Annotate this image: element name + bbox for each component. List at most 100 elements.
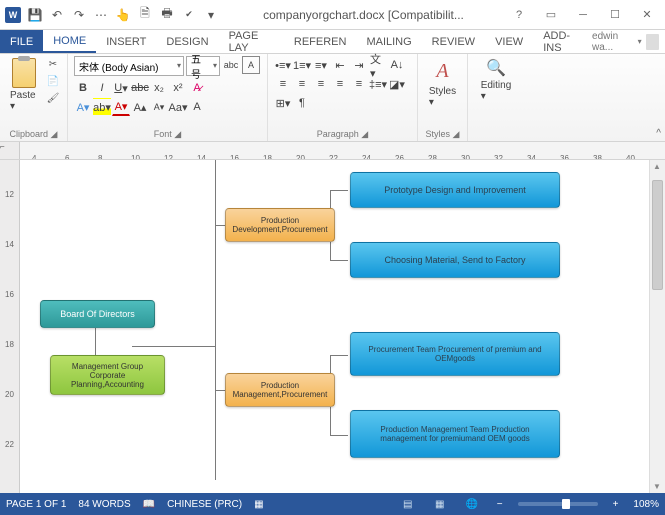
status-page[interactable]: PAGE 1 OF 1 — [6, 499, 66, 510]
tab-addins[interactable]: ADD-INS — [533, 30, 592, 53]
close-icon[interactable]: ✕ — [635, 3, 659, 27]
superscript-button[interactable]: x² — [169, 79, 187, 97]
qat-more-icon[interactable]: ⋯ — [92, 6, 110, 24]
redo-icon[interactable]: ↷ — [70, 6, 88, 24]
status-proofing-icon[interactable]: 📖 — [143, 499, 155, 510]
justify-icon[interactable]: ≡ — [331, 75, 349, 93]
save-icon[interactable]: 💾 — [26, 6, 44, 24]
status-words[interactable]: 84 WORDS — [78, 499, 130, 510]
distributed-icon[interactable]: ≡ — [350, 75, 368, 93]
highlight-icon[interactable]: ab▾ — [93, 98, 111, 116]
undo-icon[interactable]: ↶ — [48, 6, 66, 24]
tab-references[interactable]: REFEREN — [284, 30, 357, 53]
ruler-vertical[interactable]: 12 14 16 18 20 22 — [0, 160, 20, 493]
view-print-icon[interactable]: ▦ — [430, 496, 450, 512]
editing-button[interactable]: 🔍 Editing▾ — [474, 56, 518, 104]
underline-button[interactable]: U▾ — [112, 79, 130, 97]
font-name-select[interactable]: 宋体 (Body Asian)▾ — [74, 56, 184, 76]
status-language[interactable]: CHINESE (PRC) — [167, 499, 242, 510]
account-menu[interactable]: edwin wa... ▾ — [592, 30, 665, 53]
numbering-icon[interactable]: 1≡▾ — [293, 56, 311, 74]
print-preview-icon[interactable]: 🖶 — [158, 6, 176, 24]
cut-icon[interactable]: ✂ — [45, 56, 61, 72]
scrollbar-thumb[interactable] — [652, 180, 663, 290]
view-web-icon[interactable]: 🌐 — [462, 496, 482, 512]
asian-layout-icon[interactable]: 文▾ — [369, 56, 387, 74]
align-right-icon[interactable]: ≡ — [312, 75, 330, 93]
ruler-tick: 12 — [5, 190, 14, 199]
node-proddev[interactable]: Production Development,Procurement — [225, 208, 335, 242]
zoom-out-button[interactable]: − — [494, 499, 506, 510]
node-board[interactable]: Board Of Directors — [40, 300, 155, 328]
node-prodmgmt-team[interactable]: Production Management Team Production ma… — [350, 410, 560, 458]
spelling-icon[interactable]: ✔ — [180, 6, 198, 24]
decrease-indent-icon[interactable]: ⇤ — [331, 56, 349, 74]
zoom-in-button[interactable]: + — [610, 499, 622, 510]
zoom-level[interactable]: 108% — [633, 499, 659, 510]
zoom-slider-thumb[interactable] — [562, 499, 570, 509]
phonetic-guide-icon[interactable]: abc — [222, 56, 240, 74]
help-icon[interactable]: ? — [507, 3, 531, 27]
format-painter-icon[interactable]: 🖌 — [45, 90, 61, 106]
maximize-icon[interactable]: ☐ — [603, 3, 627, 27]
copy-icon[interactable]: 📄 — [45, 73, 61, 89]
bold-button[interactable]: B — [74, 79, 92, 97]
shrink-font-icon[interactable]: A▾ — [150, 98, 168, 116]
align-center-icon[interactable]: ≡ — [293, 75, 311, 93]
styles-button[interactable]: A Styles▾ — [424, 56, 461, 110]
bullets-icon[interactable]: •≡▾ — [274, 56, 292, 74]
char-shading-icon[interactable]: A — [188, 98, 206, 116]
qat-custom-icon[interactable]: ▾ — [202, 6, 220, 24]
node-procure[interactable]: Procurement Team Procurement of premium … — [350, 332, 560, 376]
grow-font-icon[interactable]: A▴ — [131, 98, 149, 116]
show-marks-icon[interactable]: ¶ — [293, 94, 311, 112]
multilevel-icon[interactable]: ≡▾ — [312, 56, 330, 74]
zoom-slider[interactable] — [518, 502, 598, 506]
node-prototype[interactable]: Prototype Design and Improvement — [350, 172, 560, 208]
tab-pagelayout[interactable]: PAGE LAY — [219, 30, 284, 53]
sort-icon[interactable]: A↓ — [388, 56, 406, 74]
editing-label: Editing▾ — [481, 80, 512, 102]
change-case-icon[interactable]: Aa▾ — [169, 98, 187, 116]
tab-design[interactable]: DESIGN — [156, 30, 218, 53]
tab-file[interactable]: FILE — [0, 30, 43, 53]
strikethrough-button[interactable]: abc — [131, 79, 149, 97]
tab-insert[interactable]: INSERT — [96, 30, 156, 53]
tab-view[interactable]: VIEW — [485, 30, 533, 53]
status-macro-icon[interactable]: ▦ — [254, 499, 263, 510]
shading-icon[interactable]: ◪▾ — [388, 75, 406, 93]
italic-button[interactable]: I — [93, 79, 111, 97]
touch-mode-icon[interactable]: 👆 — [114, 6, 132, 24]
connector — [215, 160, 216, 480]
minimize-icon[interactable]: ─ — [571, 3, 595, 27]
connector — [95, 326, 96, 356]
node-prodmgmt[interactable]: Production Management,Procurement — [225, 373, 335, 407]
char-border-icon[interactable]: A — [242, 56, 260, 74]
line-spacing-icon[interactable]: ‡≡▾ — [369, 75, 387, 93]
align-left-icon[interactable]: ≡ — [274, 75, 292, 93]
paste-button[interactable]: Paste ▾ — [6, 56, 41, 114]
font-color-icon[interactable]: A▾ — [112, 98, 130, 116]
view-read-icon[interactable]: ▤ — [398, 496, 418, 512]
connector — [330, 190, 348, 191]
find-icon: 🔍 — [486, 58, 506, 78]
tab-mailings[interactable]: MAILING — [356, 30, 421, 53]
ruler-horizontal[interactable]: ⌐ 4 6 8 10 12 14 16 18 20 22 24 26 28 30… — [0, 142, 665, 160]
font-size-select[interactable]: 五号▾ — [186, 56, 220, 76]
ribbon-display-icon[interactable]: ▭ — [539, 3, 563, 27]
connector — [132, 346, 215, 347]
borders-icon[interactable]: ⊞▾ — [274, 94, 292, 112]
new-icon[interactable]: 🗎 — [136, 6, 154, 24]
text-effects-icon[interactable]: A▾ — [74, 98, 92, 116]
clear-format-icon[interactable]: A̷ — [188, 79, 206, 97]
increase-indent-icon[interactable]: ⇥ — [350, 56, 368, 74]
document-page[interactable]: Board Of Directors Management Group Corp… — [20, 160, 649, 493]
subscript-button[interactable]: x₂ — [150, 79, 168, 97]
collapse-ribbon-icon[interactable]: ^ — [656, 128, 661, 139]
scrollbar-vertical[interactable] — [649, 160, 665, 493]
node-mgmt[interactable]: Management Group Corporate Planning,Acco… — [50, 355, 165, 395]
node-material[interactable]: Choosing Material, Send to Factory — [350, 242, 560, 278]
tab-review[interactable]: REVIEW — [422, 30, 485, 53]
word-app-icon[interactable]: W — [4, 6, 22, 24]
tab-home[interactable]: HOME — [43, 30, 96, 53]
